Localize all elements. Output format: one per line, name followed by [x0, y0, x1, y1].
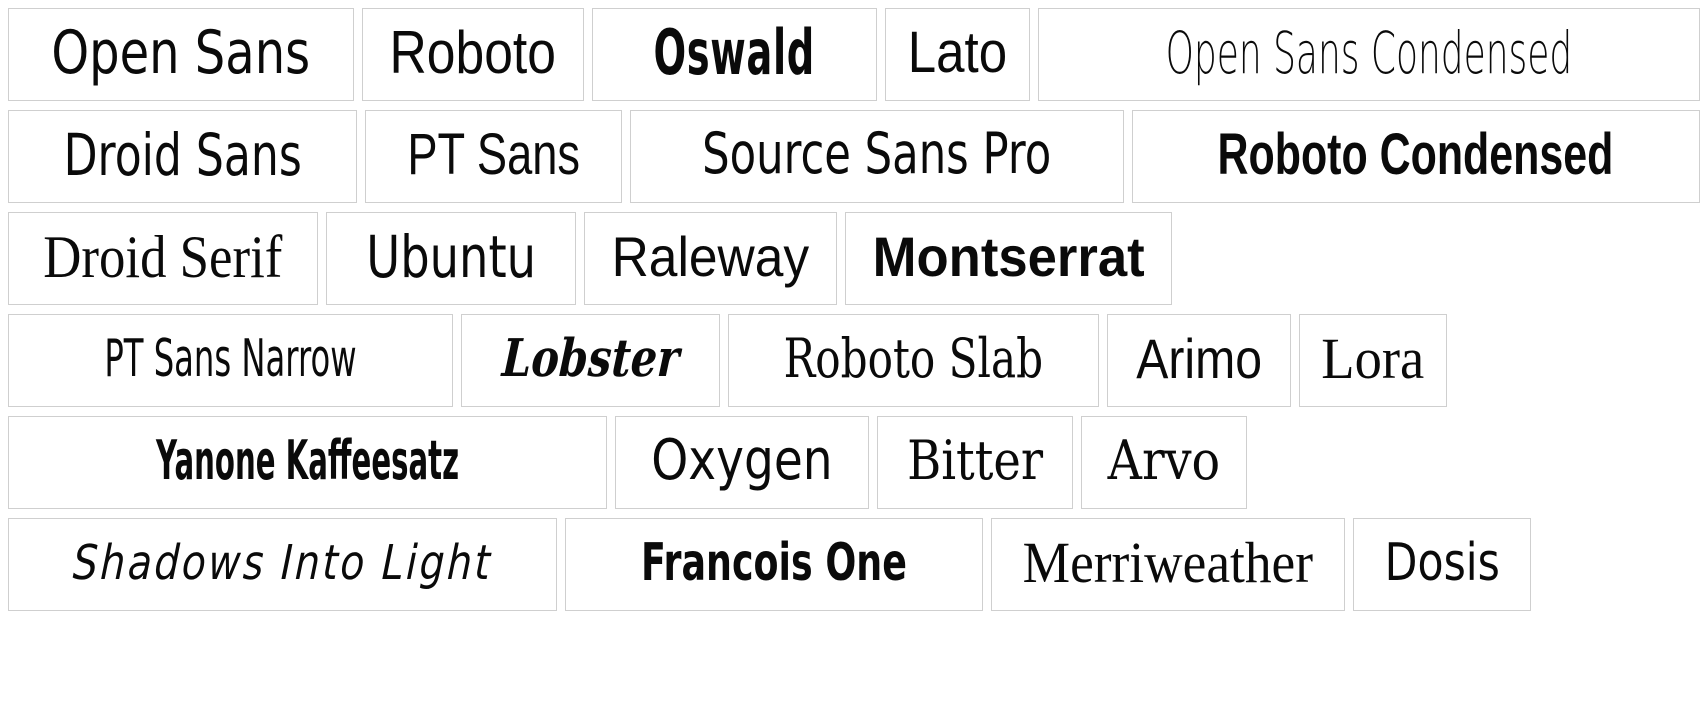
font-card[interactable]: Ubuntu — [325, 212, 576, 305]
font-card[interactable]: Droid Serif — [8, 212, 318, 305]
font-sample-label: PT Sans Narrow — [104, 328, 357, 389]
font-sample-label: Lora — [1321, 325, 1425, 391]
font-sample-label: Lobster — [500, 327, 681, 389]
font-card[interactable]: Oswald — [591, 8, 878, 101]
font-sample-label: Lato — [908, 19, 1008, 85]
font-specimen-grid: Open Sans Roboto Oswald Lato Open Sans Conde… — [0, 0, 1708, 611]
font-sample-label: Montserrat — [872, 224, 1145, 288]
font-sample-label: Merriweather — [1022, 529, 1314, 595]
font-card[interactable]: Source Sans Pro — [630, 110, 1124, 203]
font-card[interactable]: Arimo — [1106, 314, 1292, 407]
font-card[interactable]: Lato — [885, 8, 1031, 101]
font-card[interactable]: Bitter — [876, 416, 1074, 509]
font-sample-label: Ubuntu — [365, 222, 536, 291]
font-row-5: Yanone Kaffeesatz Oxygen Bitter Arvo — [8, 416, 1708, 509]
font-card[interactable]: Oxygen — [615, 416, 869, 509]
font-card[interactable]: Droid Sans — [8, 110, 357, 203]
font-sample-label: Source Sans Pro — [702, 121, 1052, 187]
font-sample-label: PT Sans — [407, 121, 580, 187]
font-card[interactable]: Open Sans Condensed — [1038, 8, 1700, 101]
font-row-1: Open Sans Roboto Oswald Lato Open Sans Conde… — [8, 8, 1708, 101]
font-card[interactable]: Merriweather — [991, 518, 1345, 611]
font-card[interactable]: Dosis — [1352, 518, 1532, 611]
font-card[interactable]: Montserrat — [844, 212, 1173, 305]
font-card[interactable]: Shadows Into Light — [8, 518, 558, 611]
font-sample-label: Droid Serif — [43, 223, 283, 290]
font-card[interactable]: Roboto — [361, 8, 584, 101]
font-card[interactable]: Open Sans — [8, 8, 354, 101]
font-card[interactable]: Raleway — [583, 212, 837, 305]
font-sample-label: Arimo — [1136, 326, 1262, 390]
font-card[interactable]: Arvo — [1081, 416, 1247, 509]
font-sample-label: Raleway — [611, 224, 810, 288]
font-sample-label: Open Sans Condensed — [1165, 18, 1573, 87]
font-sample-label: Shadows Into Light — [71, 534, 494, 591]
font-sample-label: Yanone Kaffeesatz — [156, 428, 460, 492]
font-sample-label: Dosis — [1384, 532, 1500, 593]
font-card[interactable]: Roboto Slab — [728, 314, 1099, 407]
font-row-6: Shadows Into Light Francois One Merriweath… — [8, 518, 1708, 611]
font-card[interactable]: PT Sans — [364, 110, 623, 203]
font-card[interactable]: Francois One — [565, 518, 984, 611]
font-sample-label: Arvo — [1107, 428, 1221, 492]
font-sample-label: Oxygen — [651, 427, 833, 493]
font-card[interactable]: Lobster — [460, 314, 721, 407]
font-sample-label: Droid Sans — [63, 120, 302, 189]
font-card[interactable]: Lora — [1299, 314, 1447, 407]
font-sample-label: Oswald — [653, 15, 816, 89]
font-sample-label: Roboto Slab — [783, 326, 1044, 390]
font-sample-label: Francois One — [641, 532, 908, 593]
font-sample-label: Bitter — [907, 428, 1044, 492]
font-row-2: Droid Sans PT Sans Source Sans Pro Roboto C… — [8, 110, 1708, 203]
font-row-3: Droid Serif Ubuntu Raleway Montserrat — [8, 212, 1708, 305]
font-card[interactable]: Yanone Kaffeesatz — [8, 416, 608, 509]
font-sample-label: Roboto Condensed — [1217, 121, 1614, 187]
font-card[interactable]: PT Sans Narrow — [8, 314, 453, 407]
font-sample-label: Roboto — [389, 18, 556, 86]
font-card[interactable]: Roboto Condensed — [1131, 110, 1700, 203]
font-row-4: PT Sans Narrow Lobster Roboto Slab Arimo Lor… — [8, 314, 1708, 407]
font-sample-label: Open Sans — [51, 17, 311, 88]
